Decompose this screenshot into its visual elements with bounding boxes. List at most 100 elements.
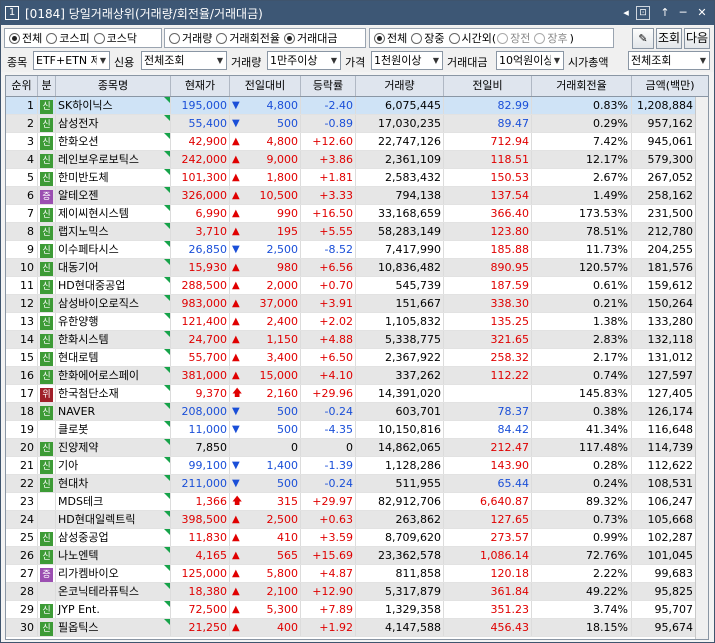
turnover-cell: 49.22% bbox=[532, 583, 632, 600]
table-row[interactable]: 11 신 HD현대중공업 288,500 ▲ 2,000 +0.70 545,739 187.5… bbox=[6, 277, 696, 295]
col-amount[interactable]: 금액(백만) bbox=[632, 76, 708, 96]
table-row[interactable]: 14 신 한화시스템 24,700 ▲ 1,150 +4.88 5,338,775 321.65… bbox=[6, 331, 696, 349]
window-list-icon[interactable]: ⊡ bbox=[636, 6, 650, 20]
table-row[interactable]: 30 신 필옵틱스 21,250 ▲ 400 +1.92 4,147,588 456.43 18.… bbox=[6, 619, 696, 637]
col-change[interactable]: 전일대비 bbox=[230, 76, 301, 96]
name-cell[interactable]: 필옵틱스 bbox=[56, 619, 171, 636]
table-row[interactable]: 2 신 삼성전자 55,400 ▼ 500 -0.89 17,030,235 89.47 0.29… bbox=[6, 115, 696, 133]
name-cell[interactable]: JYP Ent. bbox=[56, 601, 171, 618]
session-post[interactable]: 장후 bbox=[534, 30, 568, 46]
name-cell[interactable]: 한국첨단소재 bbox=[56, 385, 171, 402]
name-cell[interactable]: 현대로템 bbox=[56, 349, 171, 366]
col-badge[interactable]: 분 bbox=[38, 76, 56, 96]
session-pre[interactable]: 장전 bbox=[497, 30, 530, 46]
name-cell[interactable]: 진양제약 bbox=[56, 439, 171, 456]
name-cell[interactable]: 기아 bbox=[56, 457, 171, 474]
name-cell[interactable]: 이수페타시스 bbox=[56, 241, 171, 258]
table-row[interactable]: 3 신 한화오션 42,900 ▲ 4,800 +12.60 22,747,126 712.94… bbox=[6, 133, 696, 151]
name-cell[interactable]: 삼성바이오로직스 bbox=[56, 295, 171, 312]
table-row[interactable]: 10 신 대동기어 15,930 ▲ 980 +6.56 10,836,482 890.95 12… bbox=[6, 259, 696, 277]
minimize-icon[interactable]: ─ bbox=[675, 4, 691, 21]
sort-volume[interactable]: 거래량 bbox=[169, 30, 212, 46]
col-rank[interactable]: 순위 bbox=[6, 76, 38, 96]
name-cell[interactable]: 클로봇 bbox=[56, 421, 171, 438]
name-cell[interactable]: 제이씨현시스템 bbox=[56, 205, 171, 222]
table-row[interactable]: 8 신 랩지노믹스 3,710 ▲ 195 +5.55 58,283,149 123.80 78.… bbox=[6, 223, 696, 241]
name-cell[interactable]: 삼성전자 bbox=[56, 115, 171, 132]
name-cell[interactable]: 유한양행 bbox=[56, 313, 171, 330]
mcap-select[interactable]: 전체조회 ▼ bbox=[628, 51, 710, 70]
settings-icon[interactable]: ✎ bbox=[632, 28, 654, 49]
name-cell[interactable]: 랩지노믹스 bbox=[56, 223, 171, 240]
table-row[interactable]: 13 신 유한양행 121,400 ▲ 2,400 +2.02 1,105,832 135.25… bbox=[6, 313, 696, 331]
amount-select[interactable]: 10억원이상 ▼ bbox=[496, 51, 564, 70]
market-kospi[interactable]: 코스피 bbox=[46, 30, 90, 46]
name-cell[interactable]: MDS테크 bbox=[56, 493, 171, 510]
name-cell[interactable]: 한화에어로스페이 bbox=[56, 367, 171, 384]
table-row[interactable]: 21 신 기아 99,100 ▼ 1,400 -1.39 1,128,286 143.90 0.2… bbox=[6, 457, 696, 475]
table-row[interactable]: 22 신 현대차 211,000 ▼ 500 -0.24 511,955 65.44 0.24% 1… bbox=[6, 475, 696, 493]
name-cell[interactable]: SK하이닉스 bbox=[56, 97, 171, 114]
name-cell[interactable]: 온코닉테라퓨틱스 bbox=[56, 583, 171, 600]
name-cell[interactable]: 알테오젠 bbox=[56, 187, 171, 204]
prev-icon[interactable]: ◂ bbox=[618, 4, 634, 21]
sort-turnover[interactable]: 거래회전율 bbox=[216, 30, 280, 46]
table-row[interactable]: 27 증 리가켐바이오 125,000 ▲ 5,800 +4.87 811,858 120.18… bbox=[6, 565, 696, 583]
volume-select[interactable]: 1만주이상 ▼ bbox=[267, 51, 341, 70]
table-row[interactable]: 1 신 SK하이닉스 195,000 ▼ 4,800 -2.40 6,075,445 82.99… bbox=[6, 97, 696, 115]
next-button[interactable]: 다음 bbox=[684, 28, 710, 49]
col-rate[interactable]: 등락률 bbox=[301, 76, 356, 96]
amount-cell: 1,208,884 bbox=[632, 97, 696, 114]
table-row[interactable]: 25 신 삼성중공업 11,830 ▲ 410 +3.59 8,709,620 273.57 0.… bbox=[6, 529, 696, 547]
lookup-button[interactable]: 조회 bbox=[656, 28, 682, 49]
table-row[interactable]: 26 신 나노엔텍 4,165 ▲ 565 +15.69 23,362,578 1,086.14… bbox=[6, 547, 696, 565]
name-cell[interactable]: 레인보우로보틱스 bbox=[56, 151, 171, 168]
table-row[interactable]: 15 신 현대로템 55,700 ▲ 3,400 +6.50 2,367,922 258.32 2… bbox=[6, 349, 696, 367]
table-row[interactable]: 23 MDS테크 1,366 🡅 315 +29.97 82,912,706 6,640.87… bbox=[6, 493, 696, 511]
name-cell[interactable]: 리가켐바이오 bbox=[56, 565, 171, 582]
col-prev-ratio[interactable]: 전일비 bbox=[444, 76, 532, 96]
col-turnover[interactable]: 거래회전율 bbox=[532, 76, 632, 96]
change-cell: ▲ 4,800 bbox=[230, 133, 301, 150]
name-cell[interactable]: 한화시스템 bbox=[56, 331, 171, 348]
table-row[interactable]: 6 증 알테오젠 326,000 ▲ 10,500 +3.33 794,138 137.54 1.… bbox=[6, 187, 696, 205]
name-cell[interactable]: HD현대중공업 bbox=[56, 277, 171, 294]
market-kosdaq[interactable]: 코스닥 bbox=[93, 30, 137, 46]
pin-icon[interactable]: ↑ bbox=[657, 4, 673, 21]
table-row[interactable]: 12 신 삼성바이오로직스 983,000 ▲ 37,000 +3.91 151,667 338… bbox=[6, 295, 696, 313]
session-close-paren: ) bbox=[569, 31, 574, 45]
table-row[interactable]: 16 신 한화에어로스페이 381,000 ▲ 15,000 +4.10 337,262 112… bbox=[6, 367, 696, 385]
price-select[interactable]: 1천원이상 ▼ bbox=[371, 51, 443, 70]
table-row[interactable]: 28 온코닉테라퓨틱스 18,380 ▲ 2,100 +12.90 5,317,879 361… bbox=[6, 583, 696, 601]
table-row[interactable]: 17 위 한국첨단소재 9,370 🡅 2,160 +29.96 14,391,020 145.… bbox=[6, 385, 696, 403]
name-cell[interactable]: 삼성중공업 bbox=[56, 529, 171, 546]
close-icon[interactable]: ✕ bbox=[694, 4, 710, 21]
market-all[interactable]: 전체 bbox=[9, 30, 42, 46]
name-cell[interactable]: HD현대일렉트릭 bbox=[56, 511, 171, 528]
table-row[interactable]: 9 신 이수페타시스 26,850 ▼ 2,500 -8.52 7,417,990 185.88… bbox=[6, 241, 696, 259]
name-cell[interactable]: 현대차 bbox=[56, 475, 171, 492]
type-select[interactable]: ETF+ETN 제 ▼ bbox=[33, 51, 110, 70]
col-volume[interactable]: 거래량 bbox=[356, 76, 444, 96]
session-after[interactable]: 시간외( bbox=[448, 30, 496, 46]
session-regular[interactable]: 장중 bbox=[411, 30, 445, 46]
name-cell[interactable]: 한미반도체 bbox=[56, 169, 171, 186]
col-name[interactable]: 종목명 bbox=[56, 76, 171, 96]
table-row[interactable]: 29 신 JYP Ent. 72,500 ▲ 5,300 +7.89 1,329,358 351… bbox=[6, 601, 696, 619]
table-row[interactable]: 24 HD현대일렉트릭 398,500 ▲ 2,500 +0.63 263,862 127.6… bbox=[6, 511, 696, 529]
name-cell[interactable]: 나노엔텍 bbox=[56, 547, 171, 564]
name-cell[interactable]: 한화오션 bbox=[56, 133, 171, 150]
vertical-scrollbar[interactable] bbox=[695, 97, 708, 639]
table-row[interactable]: 7 신 제이씨현시스템 6,990 ▲ 990 +16.50 33,168,659 366.40… bbox=[6, 205, 696, 223]
credit-select[interactable]: 전체조회 ▼ bbox=[141, 51, 227, 70]
table-row[interactable]: 4 신 레인보우로보틱스 242,000 ▲ 9,000 +3.86 2,361,109 118… bbox=[6, 151, 696, 169]
name-cell[interactable]: NAVER bbox=[56, 403, 171, 420]
table-row[interactable]: 18 신 NAVER 208,000 ▼ 500 -0.24 603,701 78.37 0.38… bbox=[6, 403, 696, 421]
name-cell[interactable]: 대동기어 bbox=[56, 259, 171, 276]
table-row[interactable]: 20 신 진양제약 7,850 0 0 14,862,065 212.47 117.48% 114… bbox=[6, 439, 696, 457]
table-row[interactable]: 19 클로봇 11,000 ▼ 500 -4.35 10,150,816 84.42 41.34… bbox=[6, 421, 696, 439]
sort-amount[interactable]: 거래대금 bbox=[283, 30, 337, 46]
session-all[interactable]: 전체 bbox=[374, 30, 407, 46]
col-price[interactable]: 현재가 bbox=[171, 76, 230, 96]
table-row[interactable]: 5 신 한미반도체 101,300 ▲ 1,800 +1.81 2,583,432 150.53… bbox=[6, 169, 696, 187]
